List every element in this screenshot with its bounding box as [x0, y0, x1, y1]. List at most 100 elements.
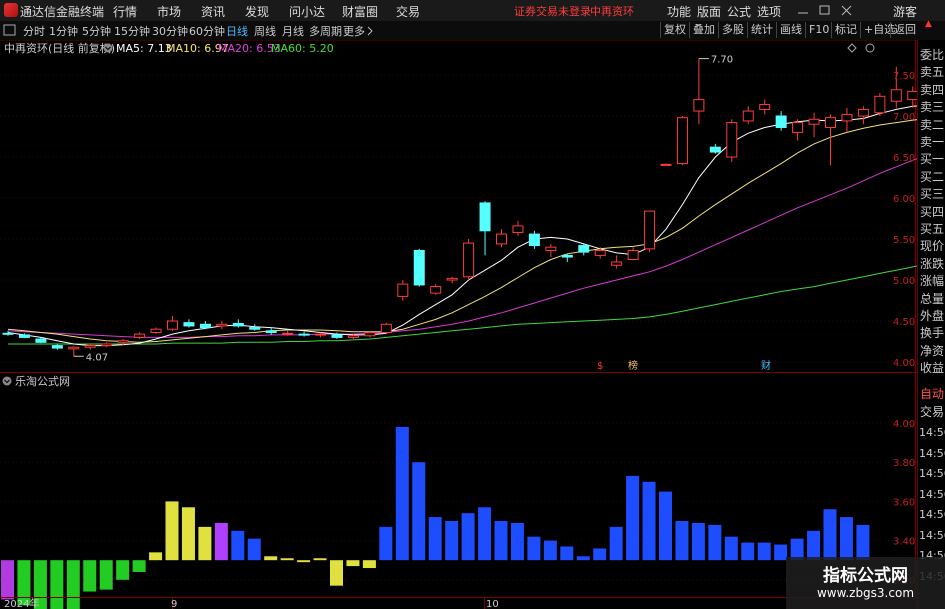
- menu-jiaoyi[interactable]: 交易: [396, 3, 420, 20]
- quote-tab-18[interactable]: 收益: [919, 358, 945, 378]
- indicator-tick-label: 4.00: [893, 419, 915, 430]
- menu-xuanxiang[interactable]: 选项: [757, 3, 781, 20]
- indicator-tick-label: 3.60: [893, 497, 915, 508]
- app-title: 通达信金融终端: [20, 5, 105, 19]
- auto-tab[interactable]: 自动: [919, 384, 945, 404]
- menu-caifuquan[interactable]: 财富圈: [342, 3, 378, 20]
- overlay-button[interactable]: 叠加: [689, 22, 718, 38]
- menu-shichang[interactable]: 市场: [157, 3, 181, 20]
- indicator-tick-label: 3.80: [893, 458, 915, 469]
- candle-up: [364, 331, 376, 337]
- f10-button[interactable]: F10: [805, 22, 832, 38]
- menu-gongshi[interactable]: 公式: [727, 3, 751, 20]
- user-label[interactable]: 游客: [893, 3, 917, 20]
- indicator-bars: [1, 426, 870, 609]
- period-toolbar: 分时 1分钟 5分钟 15分钟 30分钟 60分钟 日线 周线 月线 多周期 更…: [0, 20, 945, 41]
- diamond-icon[interactable]: [847, 43, 857, 53]
- candle-down: [775, 115, 787, 128]
- multi-stock-button[interactable]: 多股: [718, 22, 747, 38]
- indicator-bar: [461, 513, 475, 561]
- indicator-bar: [543, 540, 557, 561]
- period-tab-1min[interactable]: 1分钟: [49, 23, 78, 39]
- indicator-bar: [313, 558, 327, 561]
- mark-button[interactable]: 标记: [831, 22, 860, 38]
- minimize-icon[interactable]: [796, 4, 810, 17]
- price-axis: 7.50 7.00 6.50 6.00 5.50 5.00 4.50 4.00: [893, 71, 915, 369]
- high-price-label: 7.70: [711, 55, 733, 66]
- watermark-title: 指标公式网: [823, 566, 908, 586]
- indicator-bar: [66, 560, 80, 609]
- candle-up: [397, 283, 409, 297]
- panel-toggle-icon[interactable]: [3, 24, 17, 37]
- candle-up: [644, 210, 656, 250]
- period-tab-30min[interactable]: 30分钟: [152, 23, 188, 39]
- indicator-tick-label: 3.40: [893, 537, 915, 548]
- menu-faxian[interactable]: 发现: [245, 3, 269, 20]
- indicator-bar: [247, 538, 261, 561]
- kline-chart[interactable]: 中再资环(日线 前复权) MA5: 7.13 MA10: 6.97 MA20: …: [0, 40, 945, 609]
- menu-gongneng[interactable]: 功能: [667, 3, 691, 20]
- candle-down: [232, 322, 244, 327]
- candle-down: [561, 254, 573, 258]
- sub-chart-title: 乐淘公式网: [15, 375, 70, 388]
- main-chart-title: 中再资环(日线 前复权): [4, 41, 115, 55]
- period-tab-fenshi[interactable]: 分时: [23, 23, 45, 39]
- period-tab-5min[interactable]: 5分钟: [82, 23, 111, 39]
- period-tab-daily[interactable]: 日线: [226, 23, 248, 39]
- ma-toggle-icon[interactable]: [103, 43, 113, 53]
- indicator-bar: [362, 560, 376, 569]
- menu-zixun[interactable]: 资讯: [201, 3, 225, 20]
- indicator-bar: [510, 522, 524, 561]
- close-icon[interactable]: [840, 4, 854, 17]
- period-tab-60min[interactable]: 60分钟: [189, 23, 225, 39]
- indicator-bar: [757, 542, 771, 561]
- period-tab-more[interactable]: 更多: [343, 23, 365, 39]
- menu-hangqing[interactable]: 行情: [113, 3, 137, 20]
- candle-down: [265, 330, 277, 333]
- menu-wenxiaoda[interactable]: 问小达: [289, 3, 325, 20]
- date-label-oct: 10: [486, 599, 499, 609]
- high-marker: 7.70: [698, 55, 733, 66]
- menu-banmian[interactable]: 版面: [697, 3, 721, 20]
- candle-up: [101, 343, 113, 347]
- period-tab-monthly[interactable]: 月线: [282, 23, 304, 39]
- sub-chart-toggle-icon[interactable]: [2, 376, 12, 386]
- candle-down: [35, 338, 47, 343]
- indicator-bar: [231, 530, 245, 561]
- settings-icon[interactable]: [865, 43, 875, 53]
- candle-up: [841, 113, 853, 122]
- trade-login-warning[interactable]: 证券交易未登录: [514, 3, 591, 19]
- indicator-bar: [609, 526, 623, 561]
- chevron-right-icon[interactable]: [366, 25, 374, 37]
- price-tick-label: 5.00: [893, 276, 915, 287]
- candle-up: [167, 320, 178, 330]
- candle-down: [183, 322, 195, 327]
- event-marker-bang[interactable]: 榜: [628, 359, 638, 372]
- candle-down: [249, 327, 261, 330]
- back-button[interactable]: 返回: [890, 22, 919, 38]
- indicator-bar: [395, 426, 409, 561]
- candle-down: [528, 233, 540, 247]
- maximize-icon[interactable]: [818, 4, 832, 17]
- trade-time-4: 14:56: [919, 508, 945, 521]
- candle-up: [380, 323, 392, 333]
- indicator-bar: [823, 509, 837, 561]
- price-tick-label: 5.50: [893, 235, 915, 246]
- indicator-bar: [280, 558, 294, 561]
- trade-tab[interactable]: 交易: [919, 402, 945, 422]
- indicator-bar: [741, 542, 755, 561]
- period-tab-15min[interactable]: 15分钟: [114, 23, 150, 39]
- statistics-button[interactable]: 统计: [747, 22, 776, 38]
- period-tab-multi[interactable]: 多周期: [309, 23, 342, 39]
- event-marker-cai[interactable]: 财: [761, 359, 771, 372]
- watermark-url: www.zbgs3.com: [816, 586, 915, 600]
- candle-up: [134, 333, 146, 338]
- fuquan-button[interactable]: 复权: [660, 22, 689, 38]
- candle-up: [890, 89, 902, 102]
- period-tab-weekly[interactable]: 周线: [254, 23, 276, 39]
- candle-up: [676, 117, 688, 165]
- candle-up: [594, 249, 606, 256]
- event-marker-dollar[interactable]: $: [597, 361, 603, 372]
- watermark: 指标公式网 www.zbgs3.com: [786, 557, 945, 609]
- draw-line-button[interactable]: 画线: [776, 22, 805, 38]
